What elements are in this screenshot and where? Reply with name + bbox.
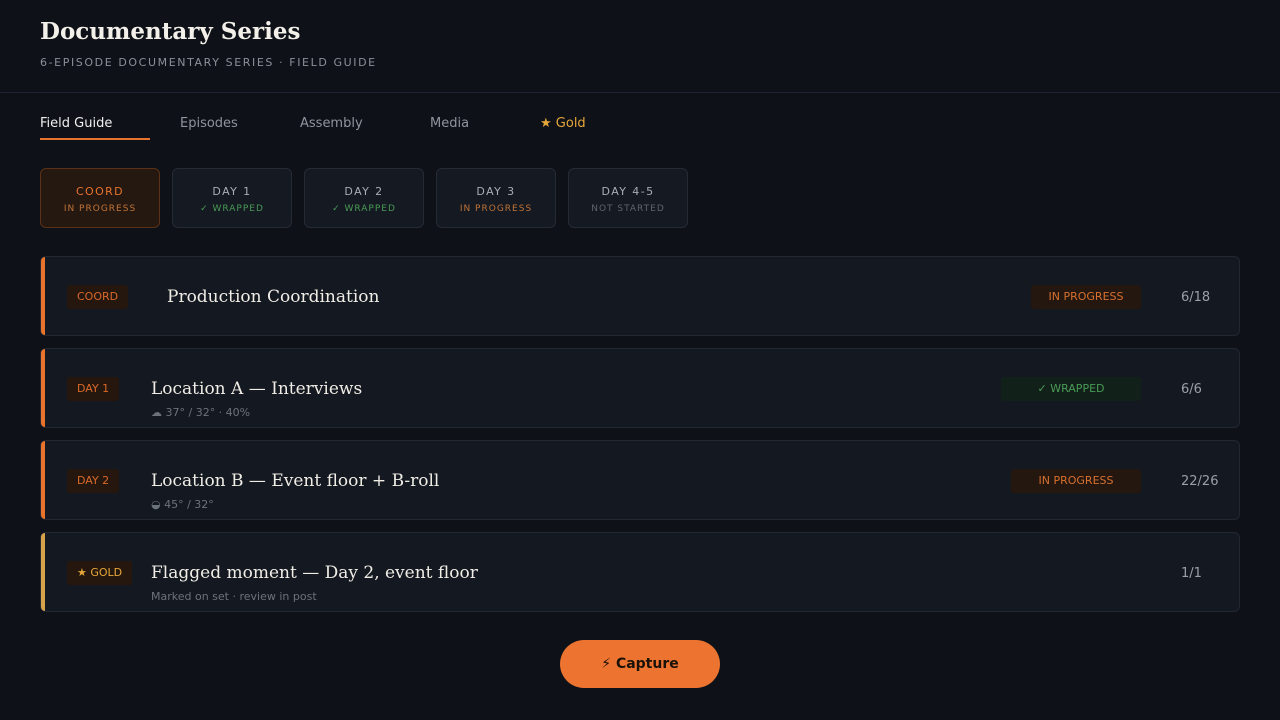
stage-day-4-5[interactable]: DAY 4-5 NOT STARTED <box>568 168 688 228</box>
stage-coord[interactable]: COORD IN PROGRESS <box>40 168 160 228</box>
task-count: 6/6 <box>1181 382 1202 397</box>
stage-status: ✓ WRAPPED <box>200 204 264 214</box>
flag-note: Marked on set · review in post <box>151 590 317 603</box>
stage-name: DAY 1 <box>212 185 252 198</box>
card-title: Flagged moment — Day 2, event floor <box>151 563 478 583</box>
stage-status: IN PROGRESS <box>63 204 137 214</box>
stage-day-1[interactable]: DAY 1 ✓ WRAPPED <box>172 168 292 228</box>
card-accent <box>41 533 45 611</box>
card-production-coordination[interactable]: COORD Production Coordination IN PROGRES… <box>40 256 1240 336</box>
card-flagged-moment[interactable]: ★ GOLD Flagged moment — Day 2, event flo… <box>40 532 1240 612</box>
card-accent <box>41 441 45 519</box>
tab-gold[interactable]: ★ Gold <box>540 116 586 131</box>
card-chip: ★ GOLD <box>67 561 133 585</box>
capture-button[interactable]: ⚡ Capture <box>560 640 720 688</box>
task-count: 6/18 <box>1181 290 1211 305</box>
card-title: Location B — Event floor + B-roll <box>151 471 440 491</box>
weather-meta: ◒ 45° / 32° <box>151 498 214 511</box>
page-subtitle: 6-EPISODE DOCUMENTARY SERIES · FIELD GUI… <box>40 56 377 69</box>
card-location-b[interactable]: DAY 2 Location B — Event floor + B-roll … <box>40 440 1240 520</box>
status-badge: ✓ WRAPPED <box>1001 377 1141 401</box>
stage-name: DAY 2 <box>344 185 384 198</box>
card-chip: DAY 1 <box>67 377 120 401</box>
stage-day-3[interactable]: DAY 3 IN PROGRESS <box>436 168 556 228</box>
card-title: Production Coordination <box>167 287 380 307</box>
header: Documentary Series 6-EPISODE DOCUMENTARY… <box>0 0 1280 93</box>
tab-field-guide[interactable]: Field Guide <box>40 116 112 131</box>
card-title: Location A — Interviews <box>151 379 363 399</box>
tab-episodes[interactable]: Episodes <box>180 116 238 131</box>
stage-name: COORD <box>75 185 125 198</box>
weather-meta: ☁ 37° / 32° · 40% <box>151 406 251 419</box>
card-location-a[interactable]: DAY 1 Location A — Interviews ☁ 37° / 32… <box>40 348 1240 428</box>
stage-day-2[interactable]: DAY 2 ✓ WRAPPED <box>304 168 424 228</box>
card-accent <box>41 349 45 427</box>
stage-name: DAY 3 <box>476 185 516 198</box>
status-badge: IN PROGRESS <box>1011 469 1141 493</box>
card-chip: DAY 2 <box>67 469 120 493</box>
page-title: Documentary Series <box>40 18 301 45</box>
active-tab-indicator <box>40 138 150 140</box>
stage-status: NOT STARTED <box>591 204 665 214</box>
tab-media[interactable]: Media <box>430 116 469 131</box>
stage-status: IN PROGRESS <box>459 204 533 214</box>
status-badge: IN PROGRESS <box>1031 285 1141 309</box>
tab-assembly[interactable]: Assembly <box>300 116 363 131</box>
card-accent <box>41 257 45 335</box>
tab-bar: Field Guide Episodes Assembly Media ★ Go… <box>40 108 740 142</box>
task-count: 1/1 <box>1181 566 1202 581</box>
card-chip: COORD <box>67 285 129 309</box>
task-count: 22/26 <box>1181 474 1219 489</box>
stage-status: ✓ WRAPPED <box>332 204 396 214</box>
stage-name: DAY 4-5 <box>601 185 655 198</box>
